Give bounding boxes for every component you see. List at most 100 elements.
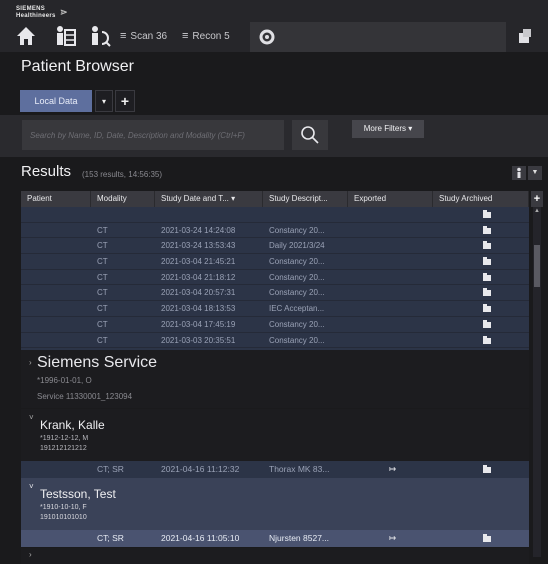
toolbar-panel <box>250 22 506 52</box>
patient-schedule-icon[interactable] <box>53 24 77 48</box>
brand-line2: Healthineers <box>16 13 56 19</box>
breadcrumb-recon[interactable]: ≡ Recon 5 <box>182 30 230 42</box>
cell-modality: CT <box>97 304 108 314</box>
table-row[interactable]: CT 2021-03-04 20:57:31 Constancy 20... <box>21 285 529 302</box>
breadcrumb-scan[interactable]: ≡ Scan 36 <box>120 30 167 42</box>
folder-icon <box>477 254 491 269</box>
folder-icon <box>477 285 491 300</box>
cell-modality: CT <box>97 241 108 251</box>
cell-modality: CT; SR <box>97 464 124 474</box>
patient-dob: *1910-10-10, F <box>40 504 87 511</box>
cell-study-description: Daily 2021/3/24 <box>269 241 325 251</box>
logo-arrows-icon: ⋗ <box>60 7 68 17</box>
folder-icon <box>477 223 491 238</box>
patient-group-selected[interactable]: ˅ Testsson, Test *1910-10-10, F 19101010… <box>21 478 529 530</box>
gear-icon[interactable] <box>258 28 276 46</box>
patient-group[interactable]: ˅ Krank, Kalle *1912-12-12, M 1912121212… <box>21 409 529 461</box>
chevron-right-icon[interactable]: › <box>29 358 32 367</box>
table-row[interactable]: CT 2021-03-03 20:35:51 Constancy 20... <box>21 332 529 349</box>
table-row[interactable]: CT 2021-03-04 18:13:53 IEC Acceptan... <box>21 301 529 317</box>
cell-study-description: Constancy 20... <box>269 335 325 345</box>
more-filters-button[interactable]: More Filters ▾ <box>352 120 424 138</box>
study-list: CT 2021-03-24 14:24:08 Constancy 20... CT 20… <box>21 207 529 364</box>
scrollbar[interactable]: ▲ <box>533 207 541 557</box>
add-column-button[interactable]: + <box>531 191 543 207</box>
table-row-selected[interactable]: CT; SR 2021-04-16 11:05:10 Njursten 8527… <box>21 530 529 547</box>
folder-icon <box>477 238 491 253</box>
cell-study-description <box>263 207 269 222</box>
cell-study-description: Constancy 20... <box>269 272 325 282</box>
scrollbar-thumb[interactable] <box>534 245 540 287</box>
menu-icon: ≡ <box>120 30 127 42</box>
cell-modality: CT <box>97 319 108 329</box>
table-row[interactable]: CT 2021-03-24 14:24:08 Constancy 20... <box>21 222 529 239</box>
tab-dropdown-button[interactable]: ▾ <box>95 90 113 112</box>
cell-study-date: 2021-04-16 11:12:32 <box>161 464 240 474</box>
add-tab-button[interactable]: + <box>115 90 135 112</box>
table-row[interactable]: CT 2021-03-04 17:45:19 Constancy 20... <box>21 316 529 333</box>
results-count: (153 results, 14:56:35) <box>82 170 163 179</box>
table-row[interactable]: CT 2021-03-04 21:18:12 Constancy 20... <box>21 269 529 286</box>
column-header-study-archived[interactable]: Study Archived <box>433 191 529 207</box>
chevron-down-icon[interactable]: ▼ <box>528 166 542 180</box>
folder-icon <box>477 530 491 547</box>
folder-icon <box>477 317 491 332</box>
results-title: Results <box>21 163 72 180</box>
tab-local-data[interactable]: Local Data <box>20 90 92 112</box>
cell-study-description: Constancy 20... <box>269 319 325 329</box>
scroll-up-icon[interactable]: ▲ <box>533 207 541 215</box>
column-header-study-description[interactable]: Study Descript... <box>263 191 348 207</box>
cell-study-date: 2021-03-04 17:45:19 <box>161 319 236 329</box>
cell-study-date: 2021-03-04 18:13:53 <box>161 304 236 314</box>
column-header-exported[interactable]: Exported <box>348 191 433 207</box>
chevron-down-icon[interactable]: ˅ <box>29 413 34 422</box>
column-header-modality[interactable]: Modality <box>91 191 155 207</box>
home-icon[interactable] <box>14 24 38 48</box>
chevron-down-icon[interactable]: ˅ <box>29 482 34 491</box>
cell-study-date: 2021-03-03 20:35:51 <box>161 335 236 345</box>
patient-id: Service 11330001_123094 <box>37 392 133 401</box>
page-title: Patient Browser <box>21 58 134 75</box>
column-header-patient[interactable]: Patient <box>21 191 91 207</box>
cell-study-date: 2021-03-04 20:57:31 <box>161 288 236 298</box>
column-header-study-date[interactable]: Study Date and T... ▾ <box>155 191 263 207</box>
table-row[interactable]: CT; SR 2021-04-16 11:12:32 Thorax MK 83.… <box>21 461 529 478</box>
cell-study-description: Constancy 20... <box>269 257 325 267</box>
patient-dob: *1996-01-01, O <box>37 376 92 385</box>
patient-id: 191010101010 <box>40 514 87 521</box>
folder-icon <box>477 270 491 285</box>
cell-study-description: Constancy 20... <box>269 288 325 298</box>
exported-icon: ↦ <box>389 533 397 543</box>
exported-icon: ↦ <box>389 464 397 474</box>
table-header: Patient Modality Study Date and T... ▾ S… <box>21 191 529 207</box>
patient-filter-icon[interactable] <box>512 166 526 180</box>
folder-icon <box>477 461 491 478</box>
patient-group[interactable]: › <box>21 548 529 564</box>
table-row[interactable]: CT 2021-03-24 13:53:43 Daily 2021/3/24 <box>21 238 529 255</box>
brand-line1: SIEMENS <box>16 6 46 12</box>
search-icon <box>301 126 319 144</box>
table-row[interactable]: CT 2021-03-04 21:45:21 Constancy 20... <box>21 254 529 270</box>
cell-study-date: 2021-03-24 13:53:43 <box>161 241 236 251</box>
cell-study-date: 2021-03-04 21:18:12 <box>161 272 236 282</box>
chevron-right-icon[interactable]: › <box>29 550 32 559</box>
folder-icon <box>477 333 491 348</box>
table-row[interactable] <box>21 207 529 223</box>
patient-dob: *1912-12-12, M <box>40 435 89 442</box>
patient-name: Siemens Service <box>37 354 158 371</box>
cell-modality: CT <box>97 225 108 235</box>
patient-group[interactable]: › Siemens Service *1996-01-01, O Service… <box>21 350 529 408</box>
cell-modality: CT <box>97 257 108 267</box>
search-input[interactable] <box>22 120 284 150</box>
patient-scan-icon[interactable] <box>88 24 112 48</box>
folder-icon <box>477 301 491 316</box>
folder-icon <box>477 207 491 222</box>
exam-icon[interactable] <box>517 28 533 44</box>
search-button[interactable] <box>292 120 328 150</box>
cell-study-description: Thorax MK 83... <box>269 464 330 474</box>
patient-name: Testsson, Test <box>40 487 116 501</box>
cell-study-description: Constancy 20... <box>269 225 325 235</box>
cell-study-date: 2021-04-16 11:05:10 <box>161 533 240 543</box>
cell-modality: CT <box>97 288 108 298</box>
patient-name: Krank, Kalle <box>40 418 105 432</box>
